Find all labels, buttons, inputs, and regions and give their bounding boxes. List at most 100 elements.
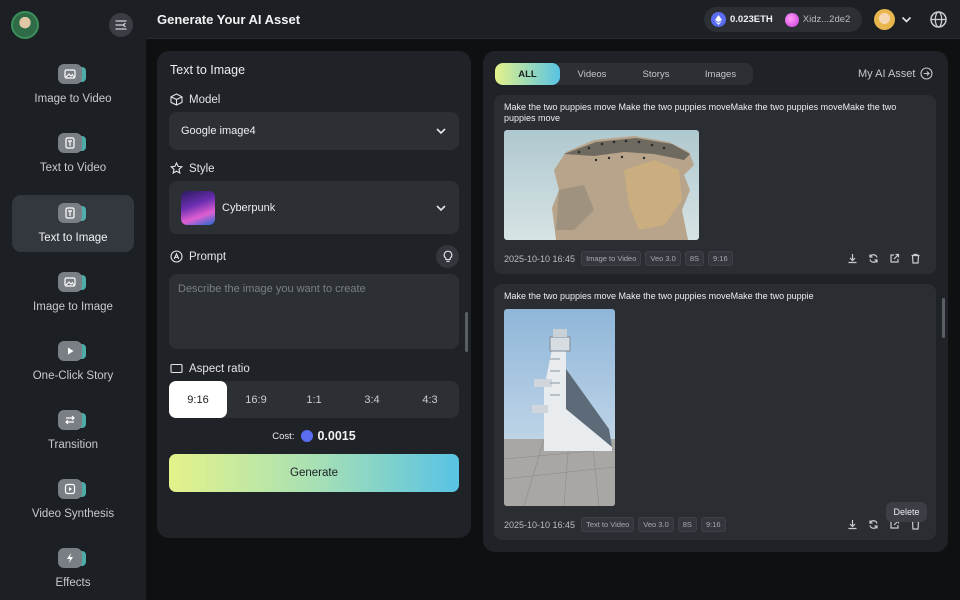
sidebar-item-text-to-video[interactable]: Text to Video <box>12 125 134 182</box>
rectangle-icon <box>170 363 183 374</box>
ratio-option-9-16[interactable]: 9:16 <box>169 381 227 418</box>
ethereum-icon <box>711 12 726 27</box>
wallet-badge[interactable]: 0.023ETH Xidz...2de2 <box>704 7 862 32</box>
lightbulb-icon <box>443 250 452 262</box>
share-icon <box>890 253 900 263</box>
chevron-down-icon <box>436 204 446 211</box>
ratio-option-1-1[interactable]: 1:1 <box>285 381 343 418</box>
tab-images[interactable]: Images <box>688 63 753 85</box>
collapse-sidebar-button[interactable] <box>109 13 133 37</box>
gallery-tabs: ALL Videos Storys Images <box>495 63 753 85</box>
chevron-down-icon <box>436 128 446 135</box>
asset-prompt: Make the two puppies move Make the two p… <box>504 102 897 123</box>
sidebar-item-image-to-video[interactable]: Image to Video <box>12 56 134 113</box>
ratio-option-4-3[interactable]: 4:3 <box>401 381 459 418</box>
model-label-text: Model <box>189 93 221 106</box>
sidebar-item-label: Transition <box>47 439 99 451</box>
style-thumbnail <box>181 190 215 225</box>
my-ai-asset-label: My AI Asset <box>858 67 916 80</box>
tag-model: Veo 3.0 <box>638 517 674 532</box>
asset-card[interactable]: Make the two puppies move Make the two p… <box>494 95 936 274</box>
image-icon <box>58 64 88 84</box>
download-button[interactable] <box>842 517 863 531</box>
tab-all[interactable]: ALL <box>495 63 560 85</box>
sidebar-item-transition[interactable]: Transition <box>12 402 134 459</box>
asset-date: 2025-10-10 16:45 <box>504 253 576 264</box>
sidebar: Image to Video Text to Video Text to Ima… <box>0 0 146 600</box>
tag-mode: Text to Video <box>581 517 635 532</box>
sidebar-item-label: Text to Image <box>38 232 108 244</box>
user-avatar[interactable] <box>874 9 895 30</box>
download-icon <box>848 253 857 263</box>
cost-label: Cost: <box>272 430 295 442</box>
model-value: Google image4 <box>181 125 256 137</box>
aspect-ratio-label: Aspect ratio <box>170 362 250 375</box>
sidebar-item-label: Image to Video <box>34 93 112 105</box>
style-select[interactable]: Cyberpunk <box>169 181 459 234</box>
swap-icon <box>58 410 88 430</box>
download-button[interactable] <box>842 251 863 265</box>
play-icon <box>58 341 88 361</box>
text-icon <box>58 203 88 223</box>
panel-title: Text to Image <box>170 63 246 77</box>
cube-icon <box>170 93 183 106</box>
sidebar-item-video-synthesis[interactable]: Video Synthesis <box>12 471 134 528</box>
generate-button[interactable]: Generate <box>169 454 459 492</box>
prompt-input[interactable] <box>178 283 450 340</box>
asset-date: 2025-10-10 16:45 <box>504 519 576 530</box>
app-logo[interactable] <box>11 11 39 39</box>
regenerate-button[interactable] <box>863 517 884 531</box>
sidebar-item-effects[interactable]: Effects <box>12 540 134 597</box>
tag-mode: Image to Video <box>581 251 642 266</box>
delete-button[interactable] <box>905 251 926 265</box>
gallery-scrollbar[interactable] <box>942 298 945 338</box>
tag-ratio: 9:16 <box>708 251 733 266</box>
sidebar-item-label: Effects <box>55 577 91 589</box>
sidebar-item-image-to-image[interactable]: Image to Image <box>12 264 134 321</box>
top-header: Generate Your AI Asset 0.023ETH Xidz...2… <box>146 0 960 39</box>
sidebar-item-one-click-story[interactable]: One-Click Story <box>12 333 134 390</box>
style-label: Style <box>170 162 215 175</box>
tab-videos[interactable]: Videos <box>560 63 624 85</box>
ratio-option-3-4[interactable]: 3:4 <box>343 381 401 418</box>
ratio-option-16-9[interactable]: 16:9 <box>227 381 285 418</box>
style-label-text: Style <box>189 162 215 175</box>
globe-icon[interactable] <box>929 10 948 29</box>
wallet-balance: 0.023ETH <box>730 14 773 25</box>
text-icon <box>58 133 88 153</box>
tab-storys[interactable]: Storys <box>624 63 688 85</box>
asset-thumbnail-tower[interactable] <box>504 309 615 506</box>
model-label: Model <box>170 93 220 106</box>
wallet-avatar-icon <box>784 12 799 27</box>
prompt-label-text: Prompt <box>189 250 227 263</box>
sidebar-item-label: Text to Video <box>39 162 107 174</box>
sidebar-item-label: Video Synthesis <box>31 508 115 520</box>
star-icon <box>170 162 183 175</box>
asset-actions <box>842 251 926 265</box>
style-value: Cyberpunk <box>222 201 276 214</box>
ethereum-icon <box>301 430 314 442</box>
regenerate-button[interactable] <box>863 251 884 265</box>
prompt-a-icon <box>170 250 183 263</box>
asset-card[interactable]: Make the two puppies move Make the two p… <box>494 284 936 540</box>
sidebar-item-label: One-Click Story <box>32 370 114 382</box>
prompt-idea-button[interactable] <box>436 245 459 268</box>
asset-thumbnail-cliff[interactable] <box>504 130 699 240</box>
tag-duration: 8S <box>677 517 697 532</box>
tag-model: Veo 3.0 <box>645 251 681 266</box>
cost-row: Cost: 0.0015 <box>157 429 471 443</box>
panel-scrollbar[interactable] <box>465 312 468 352</box>
sidebar-item-text-to-image[interactable]: Text to Image <box>12 195 134 252</box>
my-ai-asset-link[interactable]: My AI Asset <box>858 67 934 80</box>
sidebar-item-label: Image to Image <box>33 301 113 313</box>
asset-meta: 2025-10-10 16:45 Image to Video Veo 3.0 … <box>504 251 737 266</box>
refresh-icon <box>869 519 878 529</box>
model-select[interactable]: Google image4 <box>169 112 459 150</box>
chevron-down-icon[interactable] <box>901 14 912 25</box>
share-button[interactable] <box>884 251 905 265</box>
refresh-icon <box>869 253 878 263</box>
asset-gallery-panel: ALL Videos Storys Images My AI Asset Mak… <box>483 51 948 552</box>
trash-icon <box>911 253 920 264</box>
prompt-label: Prompt <box>170 250 226 263</box>
page-title: Generate Your AI Asset <box>157 12 301 27</box>
